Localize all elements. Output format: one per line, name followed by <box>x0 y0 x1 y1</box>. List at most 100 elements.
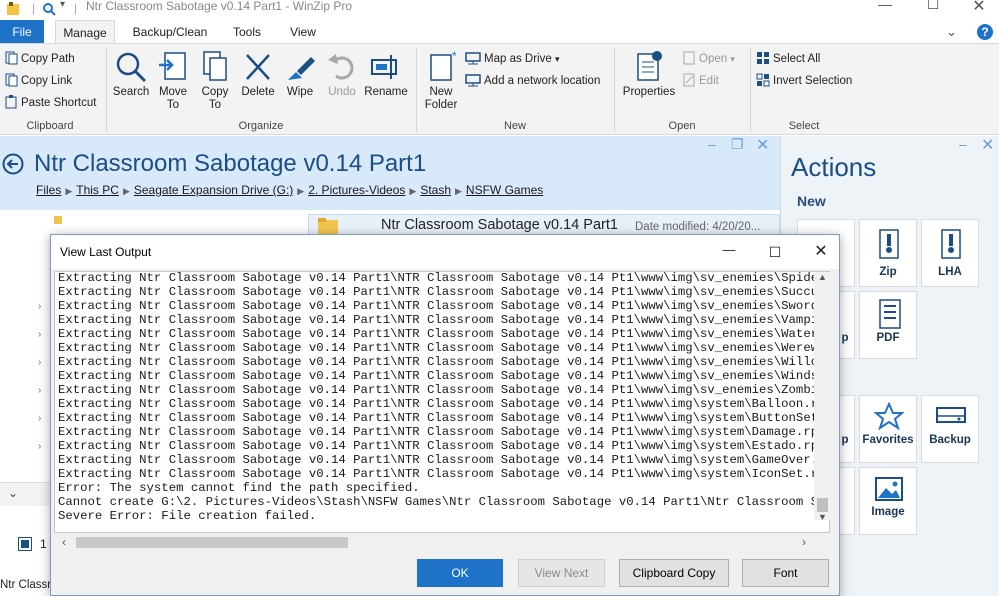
restore-pane-icon[interactable]: ❐ <box>731 136 744 153</box>
delete-button[interactable]: Delete <box>238 50 278 99</box>
clipboard-group-label: Clipboard <box>26 120 74 132</box>
invert-selection-label: Invert Selection <box>773 75 853 87</box>
action-lha[interactable]: LHA <box>921 219 979 287</box>
dialog-maximize-button[interactable]: ☐ <box>757 239 793 265</box>
breadcrumb-this-pc[interactable]: This PC <box>76 183 119 197</box>
ribbon-tabs: File Manage Backup/Clean Tools View ⌄ ? <box>0 20 999 44</box>
rename-button[interactable]: Rename <box>363 50 409 99</box>
window-title: Ntr Classroom Sabotage v0.14 Part1 - Win… <box>86 0 353 13</box>
action-backup[interactable]: Backup <box>921 395 979 463</box>
paste-shortcut-button[interactable]: Paste Shortcut <box>4 93 96 113</box>
output-line: Extracting Ntr Classroom Sabotage v0.14 … <box>58 467 815 481</box>
search-quick-icon[interactable] <box>42 2 56 16</box>
copy-link-button[interactable]: Copy Link <box>4 71 72 91</box>
chevron-down-icon[interactable]: ⌄ <box>8 486 18 500</box>
chevron-right-icon[interactable]: › <box>38 385 41 396</box>
status-count: 1 <box>40 537 47 551</box>
copy-to-button[interactable]: Copy To <box>197 50 233 112</box>
tree-pane: › › › › › › <box>0 210 50 480</box>
new-folder-button[interactable]: * New Folder <box>420 50 462 112</box>
horizontal-scroll-thumb[interactable] <box>76 537 348 548</box>
chevron-right-icon[interactable]: › <box>38 357 41 368</box>
select-all-label: Select All <box>773 53 821 65</box>
tab-view[interactable]: View <box>280 20 326 44</box>
output-line: Severe Error: File creation failed. <box>58 509 317 521</box>
back-arrow-icon[interactable] <box>2 153 24 175</box>
breadcrumb-separator-icon: ▶ <box>122 186 130 196</box>
tab-manage[interactable]: Manage <box>55 20 115 44</box>
chevron-right-icon[interactable]: › <box>38 441 41 452</box>
chevron-right-icon[interactable]: › <box>38 413 41 424</box>
breadcrumb-files[interactable]: Files <box>36 183 61 197</box>
copy-path-button[interactable]: Copy Path <box>4 49 75 69</box>
view-next-button[interactable]: View Next <box>518 559 605 587</box>
move-to-button[interactable]: Move To <box>155 50 191 112</box>
scroll-left-icon[interactable]: ‹ <box>62 535 66 549</box>
edit-button[interactable]: Edit <box>682 71 719 91</box>
output-line: Extracting Ntr Classroom Sabotage v0.14 … <box>58 299 815 313</box>
help-icon[interactable]: ? <box>976 23 994 41</box>
chevron-down-icon: ▾ <box>730 54 735 64</box>
vertical-scroll-thumb[interactable] <box>817 498 828 512</box>
breadcrumb-stash[interactable]: Stash <box>420 183 451 197</box>
invert-selection-button[interactable]: Invert Selection <box>756 71 852 91</box>
star-icon <box>874 402 904 430</box>
copy-link-label: Copy Link <box>21 75 73 87</box>
breadcrumb-nsfw-games[interactable]: NSFW Games <box>466 183 543 197</box>
add-network-location-button[interactable]: Add a network location <box>465 71 600 91</box>
close-actions-icon[interactable]: ✕ <box>981 135 994 155</box>
vertical-scrollbar[interactable]: ▲ ▼ <box>814 272 831 522</box>
properties-button[interactable]: Properties <box>618 50 680 99</box>
select-all-button[interactable]: Select All <box>756 49 820 69</box>
svg-text:?: ? <box>981 25 988 39</box>
tab-file[interactable]: File <box>0 20 44 44</box>
ok-button[interactable]: OK <box>417 559 503 587</box>
file-list-item[interactable]: Ntr Classroom Sabotage v0.14 Part1 Date … <box>308 214 780 236</box>
clipboard-copy-button[interactable]: Clipboard Copy <box>619 559 729 587</box>
font-button[interactable]: Font <box>742 559 829 587</box>
properties-icon <box>637 51 662 81</box>
scroll-right-icon[interactable]: › <box>802 535 806 549</box>
properties-label: Properties <box>622 86 676 98</box>
open-label: Open <box>699 53 728 65</box>
close-window-button[interactable]: ✕ <box>956 0 999 18</box>
copy-path-label: Copy Path <box>21 53 75 65</box>
minimize-button[interactable]: — <box>862 0 908 18</box>
output-line: Extracting Ntr Classroom Sabotage v0.14 … <box>58 439 815 453</box>
maximize-button[interactable]: ☐ <box>910 0 956 18</box>
pin-pane-icon[interactable]: – <box>708 136 716 152</box>
action-pdf[interactable]: PDF <box>859 291 917 359</box>
action-favorites[interactable]: Favorites <box>859 395 917 463</box>
open-button[interactable]: Open ▾ <box>682 49 735 69</box>
action-image[interactable]: Image <box>859 467 917 535</box>
output-text-area[interactable]: Extracting Ntr Classroom Sabotage v0.14 … <box>54 271 831 533</box>
collapse-ribbon-icon[interactable]: ⌄ <box>946 24 957 40</box>
horizontal-scrollbar[interactable]: ‹ › <box>54 533 830 550</box>
scroll-down-icon[interactable]: ▼ <box>818 512 827 522</box>
chevron-right-icon[interactable]: › <box>38 301 41 312</box>
search-icon <box>116 52 147 83</box>
favorites-label: Favorites <box>862 434 914 446</box>
breadcrumb-pictures-videos[interactable]: 2. Pictures-Videos <box>308 183 405 197</box>
breadcrumb-drive[interactable]: Seagate Expansion Drive (G:) <box>134 183 293 197</box>
dialog-close-button[interactable]: ✕ <box>803 239 839 265</box>
action-zip[interactable]: Zip <box>859 219 917 287</box>
undo-button[interactable]: Undo <box>323 50 361 99</box>
image-label: Image <box>871 506 905 518</box>
quick-access-dropdown-icon[interactable]: ▾ <box>60 0 65 10</box>
organize-group-label: Organize <box>238 120 284 132</box>
wipe-button[interactable]: Wipe <box>281 50 319 99</box>
search-button[interactable]: Search <box>112 50 150 99</box>
dialog-minimize-button[interactable]: — <box>711 239 747 265</box>
scroll-up-icon[interactable]: ▲ <box>818 272 827 282</box>
close-pane-icon[interactable]: ✕ <box>756 135 769 155</box>
tab-tools[interactable]: Tools <box>222 20 272 44</box>
chevron-right-icon[interactable]: › <box>38 329 41 340</box>
map-as-drive-button[interactable]: Map as Drive ▾ <box>465 49 559 69</box>
breadcrumb-separator-icon: ▶ <box>455 186 462 196</box>
tab-backup-clean[interactable]: Backup/Clean <box>127 20 213 44</box>
status-checkbox[interactable] <box>18 537 32 551</box>
pin-actions-icon[interactable]: – <box>959 136 967 152</box>
dialog-title-bar: View Last Output — ☐ ✕ <box>51 235 839 269</box>
breadcrumb-separator-icon: ▶ <box>65 186 73 196</box>
